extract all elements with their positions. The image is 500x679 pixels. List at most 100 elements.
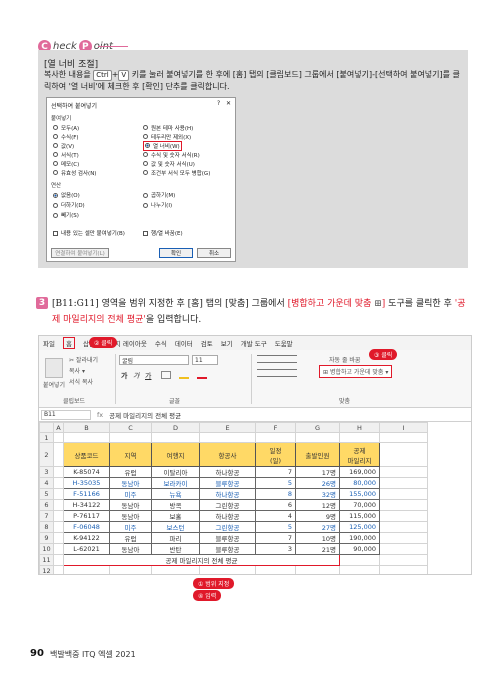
tab-developer[interactable]: 개발 도구 (241, 338, 267, 348)
col-header[interactable]: A (53, 422, 64, 433)
wrap-text-button[interactable]: 자동 줄 바꿈 (329, 355, 360, 364)
empty-cell[interactable] (379, 521, 428, 533)
help-icon[interactable]: ? (217, 100, 220, 107)
align-center-icons[interactable] (257, 369, 297, 377)
paste-option[interactable]: 수식 및 숫자 서식(R) (143, 150, 210, 159)
data-cell[interactable]: 미주 (109, 521, 152, 533)
row-header[interactable]: 12 (39, 565, 54, 574)
op-option[interactable]: 나누기(I) (143, 200, 175, 210)
data-cell[interactable]: 26명 (295, 477, 340, 489)
fill-color-icon[interactable] (179, 371, 189, 379)
data-cell[interactable]: H-35035 (63, 477, 110, 489)
data-cell[interactable]: 유럽 (109, 466, 152, 478)
data-cell[interactable]: 27명 (295, 521, 340, 533)
data-cell[interactable]: 보홀 (151, 510, 200, 522)
data-cell[interactable]: 70,000 (339, 499, 380, 511)
paste-option[interactable]: 원본 테마 사용(H) (143, 123, 210, 132)
merge-center-button[interactable]: ⊞ 병합하고 가운데 맞춤 ▾ (319, 365, 393, 378)
col-header[interactable]: H (339, 422, 380, 433)
font-name-box[interactable]: 굴림 (119, 355, 189, 365)
tab-review[interactable]: 검토 (201, 338, 213, 348)
row-header[interactable]: 10 (39, 543, 54, 555)
col-header[interactable]: B (63, 422, 110, 433)
row-header[interactable]: 7 (39, 510, 54, 522)
data-cell[interactable]: 8 (255, 488, 296, 500)
paste-option[interactable]: 메모(C) (53, 159, 96, 168)
header-cell[interactable]: 상품코드 (63, 442, 110, 467)
data-cell[interactable]: 하나항공 (199, 510, 256, 522)
header-cell[interactable]: 공제 마일리지 (339, 442, 380, 467)
name-box[interactable]: B11 (41, 409, 91, 420)
empty-cell[interactable] (53, 521, 64, 533)
data-cell[interactable]: 32명 (295, 488, 340, 500)
empty-cell[interactable] (53, 477, 64, 489)
col-header[interactable]: F (255, 422, 296, 433)
empty-cell[interactable] (379, 488, 428, 500)
skip-blanks-checkbox[interactable]: 내용 있는 셀만 붙여넣기(B) (53, 229, 125, 237)
row-header[interactable]: 3 (39, 466, 54, 478)
underline-button[interactable]: 가 (145, 371, 151, 381)
col-header[interactable]: C (109, 422, 152, 433)
data-cell[interactable]: 동남아 (109, 499, 152, 511)
tab-home[interactable]: 홈 (62, 337, 75, 349)
data-cell[interactable]: 동남아 (109, 543, 152, 555)
tab-help[interactable]: 도움말 (275, 338, 293, 348)
data-cell[interactable]: 9명 (295, 510, 340, 522)
format-painter-button[interactable]: 서식 복사 (69, 377, 93, 386)
data-cell[interactable]: 블루항공 (199, 532, 256, 544)
border-icon[interactable] (161, 371, 171, 379)
data-cell[interactable]: 90,000 (339, 543, 380, 555)
data-cell[interactable]: 125,000 (339, 521, 380, 533)
merged-cell[interactable]: 공제 마일리지의 전체 평균 (63, 554, 340, 566)
data-cell[interactable]: 5 (255, 521, 296, 533)
data-cell[interactable]: 이탈리아 (151, 466, 200, 478)
row-header[interactable]: 8 (39, 521, 54, 533)
op-option[interactable]: 빼기(S) (53, 210, 85, 220)
data-cell[interactable]: 4 (255, 510, 296, 522)
data-cell[interactable]: F-06048 (63, 521, 110, 533)
data-cell[interactable]: 동남아 (109, 477, 152, 489)
data-cell[interactable]: K-94122 (63, 532, 110, 544)
data-cell[interactable]: 155,000 (339, 488, 380, 500)
header-cell[interactable]: 항공사 (199, 442, 256, 467)
paste-option[interactable]: 유효성 검사(N) (53, 168, 96, 177)
data-cell[interactable]: 6 (255, 499, 296, 511)
data-cell[interactable]: 5 (255, 477, 296, 489)
empty-cell[interactable] (379, 499, 428, 511)
paste-button-label[interactable]: 붙여넣기 (43, 380, 65, 389)
data-cell[interactable]: 그린항공 (199, 499, 256, 511)
paste-option[interactable]: 값 및 숫자 서식(U) (143, 159, 210, 168)
data-cell[interactable]: 하나항공 (199, 466, 256, 478)
row-header[interactable]: 6 (39, 499, 54, 511)
cancel-button[interactable]: 취소 (197, 248, 231, 258)
data-cell[interactable]: 블루항공 (199, 477, 256, 489)
data-cell[interactable]: 17명 (295, 466, 340, 478)
tab-view[interactable]: 보기 (221, 338, 233, 348)
empty-cell[interactable] (53, 510, 64, 522)
data-cell[interactable]: 3 (255, 543, 296, 555)
row-header[interactable]: 4 (39, 477, 54, 489)
formula-content[interactable]: 공제 마일리지의 전체 평균 (109, 410, 181, 420)
empty-cell[interactable] (379, 466, 428, 478)
data-cell[interactable]: 미주 (109, 488, 152, 500)
data-cell[interactable]: L-62021 (63, 543, 110, 555)
data-cell[interactable]: 그린항공 (199, 521, 256, 533)
data-cell[interactable]: 190,000 (339, 532, 380, 544)
empty-cell[interactable] (379, 532, 428, 544)
empty-cell[interactable] (379, 543, 428, 555)
data-cell[interactable]: 80,000 (339, 477, 380, 489)
cut-button[interactable]: ✂ 잘라내기 (69, 355, 98, 364)
col-header[interactable]: G (295, 422, 340, 433)
data-cell[interactable]: 유럽 (109, 532, 152, 544)
data-cell[interactable]: 169,000 (339, 466, 380, 478)
italic-button[interactable]: 가 (133, 371, 139, 381)
row-header[interactable]: 5 (39, 488, 54, 500)
paste-link-button[interactable]: 연결하여 붙여넣기(L) (51, 248, 109, 258)
data-cell[interactable]: 뉴욕 (151, 488, 200, 500)
header-cell[interactable]: 일정 (일) (255, 442, 296, 467)
paste-icon[interactable] (45, 358, 63, 378)
data-cell[interactable]: 115,000 (339, 510, 380, 522)
font-color-icon[interactable] (197, 371, 207, 379)
data-cell[interactable]: 10명 (295, 532, 340, 544)
data-cell[interactable]: 7 (255, 532, 296, 544)
